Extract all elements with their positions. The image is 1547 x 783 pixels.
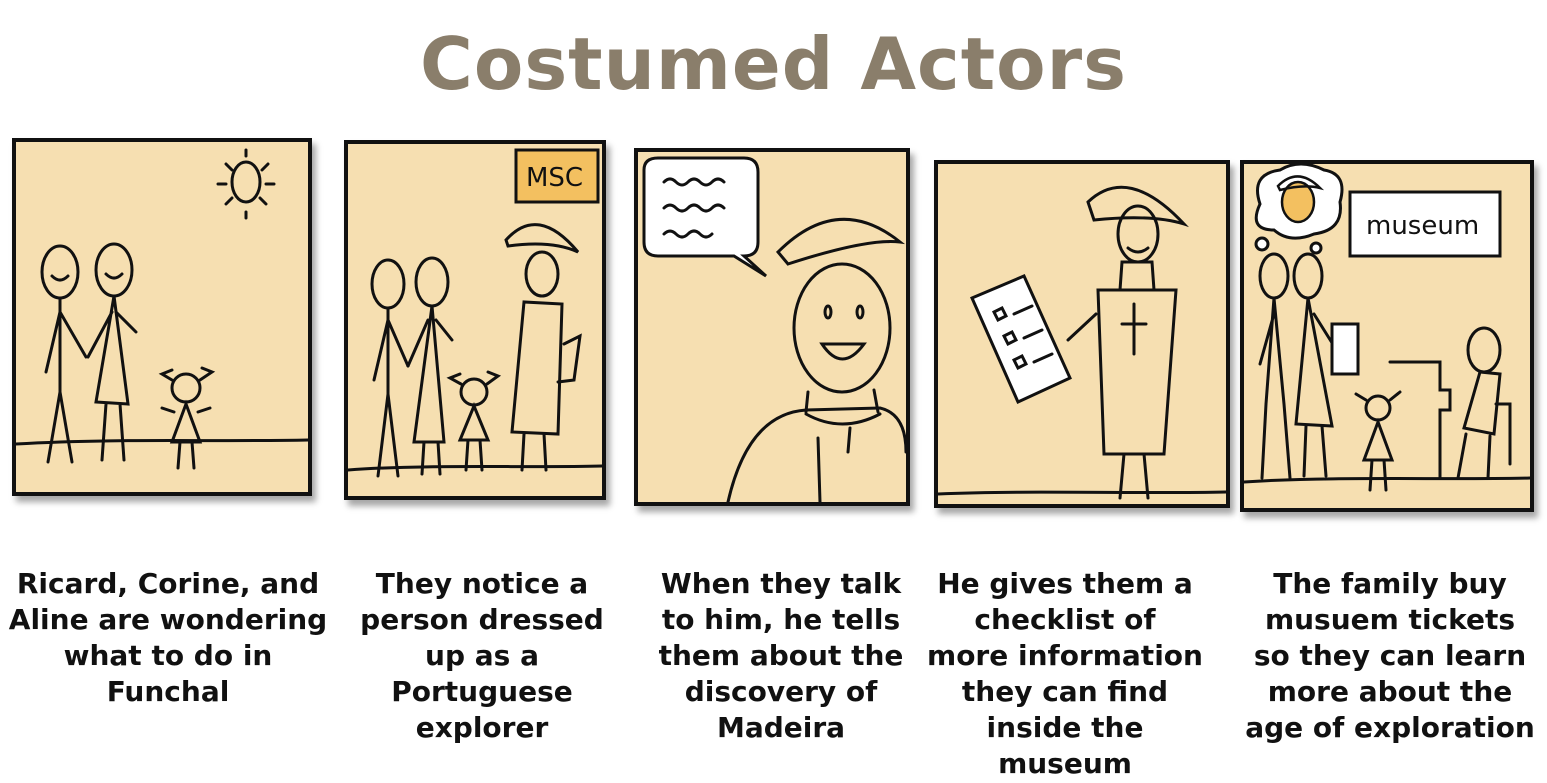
panel-2-caption: They notice a person dressed up as a Por… bbox=[334, 566, 630, 746]
sign-text: MSC bbox=[526, 163, 583, 193]
panel-4-drawing bbox=[938, 164, 1226, 504]
panel-1-caption: Ricard, Corine, and Aline are wondering … bbox=[8, 566, 328, 710]
sign-text: museum bbox=[1366, 211, 1479, 241]
comic-panel-2: MSC bbox=[344, 140, 606, 500]
panel-3-drawing bbox=[638, 152, 906, 502]
panel-1-drawing bbox=[16, 142, 308, 492]
panel-4-caption: He gives them a checklist of more inform… bbox=[920, 566, 1210, 782]
page-title: Costumed Actors bbox=[420, 22, 1127, 106]
panel-5-caption: The family buy musuem tickets so they ca… bbox=[1240, 566, 1540, 746]
comic-panel-4 bbox=[934, 160, 1230, 508]
caption-text: Ricard, Corine, and Aline are wondering … bbox=[8, 567, 328, 708]
panel-2-drawing: MSC bbox=[348, 144, 602, 496]
caption-text: He gives them a checklist of more inform… bbox=[927, 567, 1203, 780]
caption-text: They notice a person dressed up as a Por… bbox=[360, 567, 604, 744]
comic-panel-1 bbox=[12, 138, 312, 496]
caption-text: The family buy musuem tickets so they ca… bbox=[1245, 567, 1535, 744]
panel-5-drawing: museum bbox=[1244, 164, 1530, 508]
comic-panel-5: museum bbox=[1240, 160, 1534, 512]
panel-3-caption: When they talk to him, he tells them abo… bbox=[636, 566, 926, 746]
comic-panel-3 bbox=[634, 148, 910, 506]
caption-text: When they talk to him, he tells them abo… bbox=[658, 567, 904, 744]
